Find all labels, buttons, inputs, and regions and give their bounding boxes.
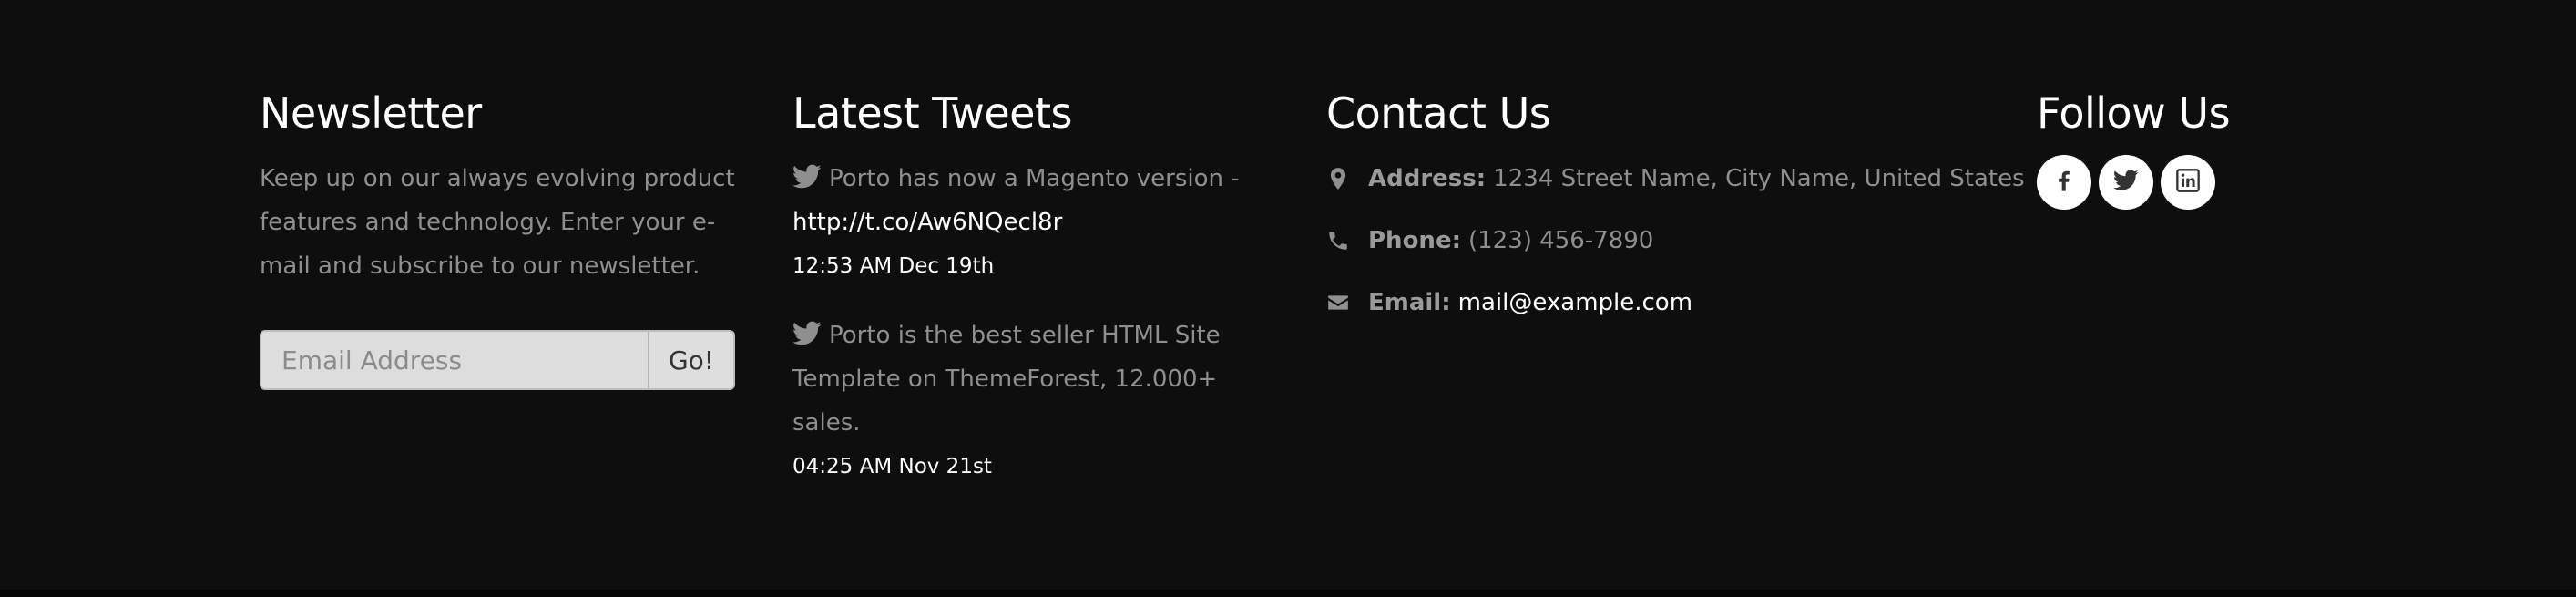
newsletter-section: Newsletter Keep up on our always evolvin…	[260, 87, 751, 390]
newsletter-form: Go!	[260, 330, 735, 390]
contact-heading: Contact Us	[1326, 88, 1551, 138]
tweets-section: Latest Tweets Porto has now a Magento ve…	[792, 87, 1266, 485]
twitter-button[interactable]	[2099, 155, 2153, 210]
tweet-item: Porto has now a Magento version - http:/…	[792, 157, 1266, 284]
envelope-icon	[1326, 291, 1350, 314]
phone-icon	[1326, 229, 1350, 252]
twitter-bird-icon	[792, 317, 822, 345]
newsletter-description: Keep up on our always evolving product f…	[260, 165, 735, 280]
follow-heading: Follow Us	[2037, 88, 2231, 138]
map-marker-icon	[1326, 167, 1350, 190]
email-link[interactable]: mail@example.com	[1458, 289, 1692, 316]
email-input[interactable]	[261, 332, 648, 388]
footer: Newsletter Keep up on our always evolvin…	[0, 0, 2576, 590]
facebook-button[interactable]	[2037, 155, 2091, 210]
address-value: 1234 Street Name, City Name, United Stat…	[1493, 165, 2025, 192]
tweet-text: Porto has now a Magento version -	[829, 165, 1240, 192]
email-label: Email:	[1368, 289, 1451, 316]
contact-phone: Phone: (123) 456-7890	[1326, 219, 2019, 262]
phone-label: Phone:	[1368, 227, 1461, 254]
twitter-icon	[2113, 170, 2139, 195]
linkedin-icon	[2175, 168, 2201, 197]
tweet-link[interactable]: http://t.co/Aw6NQecl8r	[792, 209, 1062, 236]
tweets-heading: Latest Tweets	[792, 88, 1073, 138]
phone-value: (123) 456-7890	[1467, 227, 1654, 254]
twitter-bird-icon	[792, 160, 822, 189]
subscribe-button[interactable]: Go!	[648, 332, 733, 388]
tweet-text: Porto is the best seller HTML Site Templ…	[792, 322, 1221, 437]
linkedin-button[interactable]	[2161, 155, 2215, 210]
tweet-timestamp: 12:53 AM Dec 19th	[792, 254, 995, 278]
tweet-item: Porto is the best seller HTML Site Templ…	[792, 314, 1266, 485]
social-links	[2037, 155, 2401, 210]
follow-section: Follow Us	[2037, 87, 2401, 210]
contact-section: Contact Us Address: 1234 Street Name, Ci…	[1326, 87, 2025, 324]
footer-bottom-bar	[0, 590, 2576, 597]
newsletter-heading: Newsletter	[260, 88, 482, 138]
contact-email: Email: mail@example.com	[1326, 281, 2019, 324]
tweet-timestamp: 04:25 AM Nov 21st	[792, 455, 992, 479]
facebook-icon	[2051, 168, 2077, 197]
contact-address: Address: 1234 Street Name, City Name, Un…	[1326, 157, 2025, 201]
address-label: Address:	[1368, 165, 1487, 192]
